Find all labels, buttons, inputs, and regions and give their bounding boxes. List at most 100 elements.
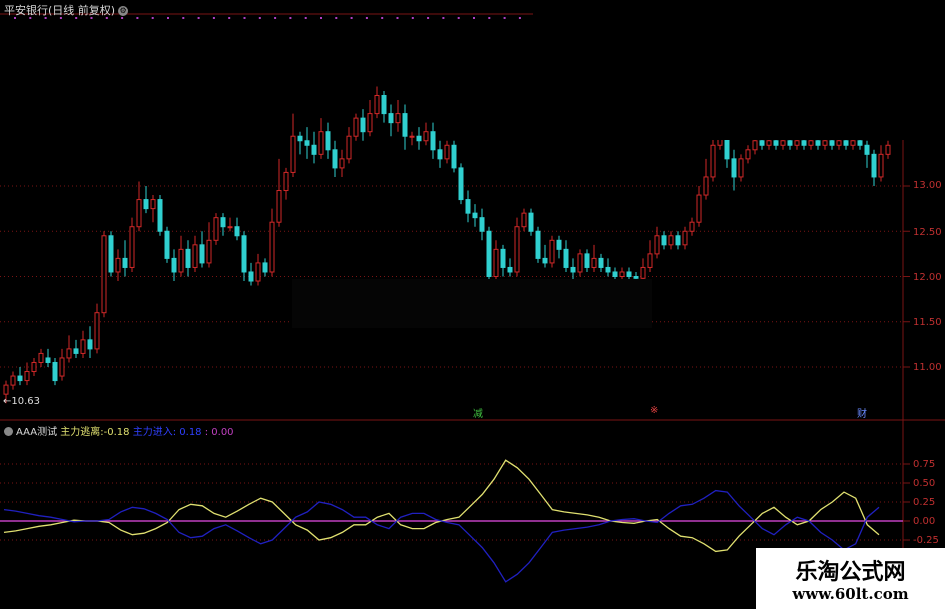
- event-marker[interactable]: ※: [650, 405, 658, 416]
- candle-body: [269, 221, 275, 273]
- candle-body: [850, 140, 856, 146]
- candle-body: [178, 248, 184, 273]
- candle-body: [472, 212, 478, 219]
- candle-body: [626, 271, 632, 278]
- candle-body: [164, 230, 170, 259]
- candle-body: [192, 244, 198, 268]
- watermark: 乐淘公式网 www.60lt.com: [756, 548, 945, 609]
- indicator-axis-label: -0.25: [913, 535, 939, 546]
- candle-body: [367, 113, 373, 133]
- candle-body: [619, 271, 625, 278]
- signal-dot: [518, 17, 521, 19]
- signal-dot: [320, 17, 322, 19]
- signal-dot: [228, 17, 231, 19]
- candle-body: [584, 253, 590, 268]
- candle-body: [521, 212, 527, 228]
- signal-dot: [396, 17, 399, 19]
- series-escape-line: [3, 459, 880, 553]
- stock-title: 平安银行(日线 前复权): [4, 4, 116, 17]
- candle-body: [262, 262, 268, 273]
- signal-dot: [442, 17, 445, 19]
- candle-body: [563, 248, 569, 268]
- candle-body: [696, 194, 702, 223]
- candle-body: [745, 149, 751, 160]
- candle-body: [605, 266, 611, 273]
- candle-body: [409, 135, 415, 138]
- gear-icon[interactable]: [4, 427, 13, 436]
- candle-body: [654, 235, 660, 255]
- signal-dot: [503, 17, 506, 19]
- signal-dot: [197, 17, 200, 19]
- candle-body: [115, 257, 121, 273]
- candle-body: [38, 352, 44, 363]
- series-enter-line: [3, 489, 880, 583]
- signal-dot: [304, 17, 307, 19]
- page-title: 平安银行(日线 前复权) ⚙: [4, 2, 129, 18]
- candle-body: [248, 271, 254, 282]
- candle-body: [283, 171, 289, 192]
- indicator-name[interactable]: AAA测试: [16, 427, 57, 438]
- candle-body: [647, 253, 653, 268]
- candle-body: [710, 144, 716, 178]
- signal-dot: [136, 17, 139, 19]
- candle-body: [675, 235, 681, 246]
- candle-body: [780, 140, 786, 146]
- candle-body: [136, 199, 142, 228]
- candle-body: [374, 95, 380, 115]
- candle-body: [493, 248, 499, 278]
- candle-body: [290, 135, 296, 173]
- indicator-axis-label: 0.75: [913, 459, 936, 470]
- watermark-title: 乐淘公式网: [795, 559, 906, 585]
- signal-dot: [473, 17, 475, 19]
- candle-body: [549, 239, 555, 264]
- watermark-url: www.60lt.com: [792, 585, 909, 603]
- indicator-axis-label: 0.00: [913, 516, 936, 527]
- candle-body: [423, 131, 429, 142]
- series2-label: 主力进入:: [132, 427, 177, 438]
- candle-body: [500, 248, 506, 268]
- candle-body: [808, 140, 814, 146]
- candle-body: [339, 158, 345, 169]
- candle-body: [52, 361, 58, 382]
- candle-body: [668, 235, 674, 246]
- candle-body: [479, 217, 485, 232]
- signal-dot: [243, 17, 246, 19]
- candle-body: [766, 140, 772, 146]
- candle-body: [101, 235, 107, 314]
- event-marker[interactable]: 减: [473, 405, 483, 420]
- indicator-axis-label: 0.25: [913, 497, 936, 508]
- candle-body: [787, 140, 793, 146]
- signal-dot: [365, 17, 368, 19]
- candle-body: [864, 144, 870, 155]
- signal-dot: [289, 17, 292, 19]
- candle-body: [206, 239, 212, 264]
- candle-body: [885, 144, 891, 155]
- candle-body: [220, 217, 226, 228]
- candle-body: [843, 140, 849, 146]
- gear-icon[interactable]: ⚙: [118, 6, 129, 16]
- signal-dot: [274, 17, 277, 19]
- candle-body: [66, 348, 72, 359]
- candle-body: [661, 235, 667, 246]
- candle-body: [822, 140, 828, 146]
- event-marker[interactable]: 财: [857, 405, 867, 420]
- series1-value: -0.18: [103, 427, 130, 438]
- candle-body: [157, 199, 163, 232]
- occlusion-top-right: [533, 0, 945, 140]
- candle-body: [703, 176, 709, 196]
- candle-body: [10, 375, 16, 386]
- price-axis-label: 12.00: [913, 272, 942, 283]
- occlusion-middle: [292, 279, 652, 328]
- candle-body: [878, 153, 884, 178]
- candle-body: [738, 158, 744, 178]
- candle-body: [87, 339, 93, 350]
- candle-body: [59, 357, 65, 377]
- signal-dot: [212, 17, 215, 19]
- series2-value: 0.18: [179, 427, 202, 438]
- candle-body: [542, 257, 548, 264]
- candle-body: [451, 144, 457, 169]
- candle-body: [276, 190, 282, 223]
- candle-body: [773, 140, 779, 146]
- candle-body: [591, 257, 597, 268]
- signal-dot: [457, 17, 460, 19]
